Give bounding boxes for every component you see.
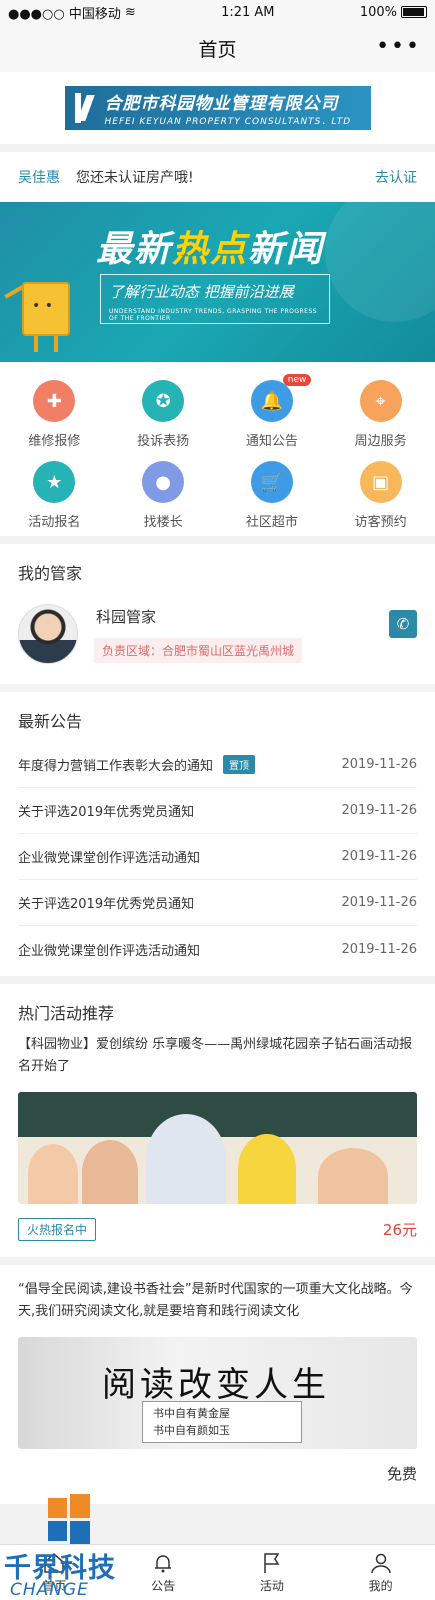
- banner-title: 最新热点新闻: [96, 229, 325, 270]
- notice-row[interactable]: 企业微党课堂创作评选活动通知 2019-11-26: [18, 834, 417, 880]
- page-title: 首页: [198, 38, 237, 61]
- notice-section: 最新公告 年度得力营销工作表彰大会的通知 置顶 2019-11-26 关于评选2019…: [0, 692, 435, 976]
- battery-icon: [401, 6, 427, 18]
- avatar: [18, 604, 78, 664]
- reading-image[interactable]: 阅读改变人生 书中自有黄金屋 书中自有颜如玉: [18, 1337, 417, 1449]
- bell-icon: 🔔: [250, 380, 293, 422]
- service-item[interactable]: ● 找楼长: [109, 461, 218, 530]
- carrier-text: ●●●○○ 中国移动: [8, 6, 121, 22]
- notice-row[interactable]: 企业微党课堂创作评选活动通知 2019-11-26: [18, 926, 417, 972]
- new-badge: new: [282, 374, 312, 386]
- company-logo-area: 合肥市科园物业管理有限公司 HEFEI KEYUAN PROPERTY CONS…: [0, 72, 435, 144]
- bell-icon: [155, 1555, 172, 1573]
- verify-message: 您还未认证房产哦!: [76, 170, 194, 186]
- notice-row[interactable]: 年度得力营销工作表彰大会的通知 置顶 2019-11-26: [18, 742, 417, 788]
- butler-name: 科园管家: [96, 608, 157, 626]
- cart-icon: 🛒: [250, 461, 293, 503]
- wifi-icon: ≋: [124, 4, 136, 20]
- calendar-icon: ▣: [359, 461, 402, 503]
- phone-icon[interactable]: ✆: [389, 610, 417, 638]
- butler-area: 负责区域：合肥市蜀山区蓝光禹州城: [94, 638, 303, 663]
- service-item[interactable]: ✚ 维修报修: [0, 380, 109, 449]
- section-title-butler: 我的管家: [18, 564, 83, 583]
- service-item[interactable]: ✪ 投诉表扬: [109, 380, 218, 449]
- service-item[interactable]: ★ 活动报名: [0, 461, 109, 530]
- reading-section: “倡导全民阅读,建设书香社会”是新时代国家的一项重大文化战略。今天,我们研究阅读…: [0, 1265, 435, 1504]
- more-icon[interactable]: •••: [376, 34, 421, 59]
- activity-description[interactable]: 【科园物业】爱创缤纷 乐享暖冬——禹州绿城花园亲子钻石画活动报名开始了: [0, 1024, 435, 1078]
- watermark: 千界科技 CHANGE: [4, 1488, 132, 1600]
- reading-price: 免费: [386, 1465, 417, 1483]
- person-icon: ●: [142, 461, 185, 503]
- notice-date: 2019-11-26: [341, 895, 417, 910]
- verify-link[interactable]: 去认证: [375, 167, 417, 187]
- banner-subtitle-en: UNDERSTAND INDUSTRY TRENDS, GRASPING THE…: [109, 308, 318, 322]
- status-time: 1:21 AM: [221, 4, 275, 20]
- activity-image[interactable]: [18, 1092, 417, 1204]
- watermark-logo-icon: [48, 1494, 90, 1544]
- service-label: 活动报名: [28, 515, 81, 530]
- service-item[interactable]: ⌖ 周边服务: [326, 380, 435, 449]
- location-icon: ⌖: [359, 380, 402, 422]
- flag-icon: [264, 1553, 280, 1573]
- medal-icon: ✪: [142, 380, 185, 422]
- notice-row[interactable]: 关于评选2019年优秀党员通知 2019-11-26: [18, 880, 417, 926]
- tab-label: 公告: [151, 1579, 176, 1593]
- user-icon: [370, 1553, 391, 1574]
- notice-title: 企业微党课堂创作评选活动通知: [18, 851, 201, 866]
- section-title-notices: 最新公告: [18, 712, 83, 731]
- tab-profile[interactable]: 我的: [326, 1545, 435, 1600]
- service-label: 访客预约: [354, 515, 407, 530]
- notice-date: 2019-11-26: [341, 941, 417, 957]
- banner-subtitle: 了解行业动态 把握前沿进展: [109, 283, 294, 301]
- reading-image-title: 阅读改变人生: [102, 1365, 330, 1405]
- pinned-badge: 置顶: [223, 755, 256, 774]
- status-bar: ●●●○○ 中国移动 ≋ 1:21 AM 100%: [0, 0, 435, 24]
- service-label: 维修报修: [28, 434, 81, 449]
- notice-title: 关于评选2019年优秀党员通知: [18, 897, 195, 912]
- verify-bar: 吴佳惠 您还未认证房产哦! 去认证: [0, 152, 435, 202]
- service-item[interactable]: ▣ 访客预约: [326, 461, 435, 530]
- banner-decoration: [325, 202, 435, 322]
- notice-date: 2019-11-26: [341, 803, 417, 818]
- user-name: 吴佳惠: [18, 170, 60, 186]
- notice-date: 2019-11-26: [341, 757, 417, 772]
- tab-label: 我的: [368, 1579, 393, 1593]
- notice-title: 企业微党课堂创作评选活动通知: [18, 943, 201, 959]
- company-logo: 合肥市科园物业管理有限公司 HEFEI KEYUAN PROPERTY CONS…: [64, 86, 371, 130]
- tab-activities[interactable]: 活动: [218, 1545, 327, 1600]
- service-grid: ✚ 维修报修 ✪ 投诉表扬 🔔 通知公告 new ⌖ 周边服务 ★ 活动报名 ● 找楼长 🛒 社区超市 ▣ 访客…: [0, 362, 435, 536]
- banner-subtitle-box: 了解行业动态 把握前沿进展 UNDERSTAND INDUSTRY TRENDS…: [100, 274, 330, 324]
- reading-description[interactable]: “倡导全民阅读,建设书香社会”是新时代国家的一项重大文化战略。今天,我们研究阅读…: [0, 1265, 435, 1323]
- service-label: 周边服务: [354, 434, 407, 449]
- activity-status-badge: 火热报名中: [18, 1218, 97, 1241]
- book-mascot-icon: [22, 282, 70, 336]
- company-name-en: HEFEI KEYUAN PROPERTY CONSULTANTS．LTD: [104, 117, 352, 127]
- butler-section: 我的管家 科园管家 负责区域：合肥市蜀山区蓝光禹州城 ✆: [0, 544, 435, 684]
- section-title-activities: 热门活动推荐: [18, 1004, 115, 1023]
- repair-icon: ✚: [33, 380, 76, 422]
- activity-price: 26元: [382, 1221, 417, 1239]
- service-item[interactable]: 🔔 通知公告 new: [218, 374, 327, 449]
- battery-text: 100%: [359, 4, 397, 20]
- service-label: 社区超市: [245, 515, 298, 530]
- watermark-en: CHANGE: [10, 1580, 89, 1600]
- notice-date: 2019-11-26: [341, 849, 417, 864]
- notice-title: 年度得力营销工作表彰大会的通知: [18, 759, 214, 774]
- service-label: 找楼长: [143, 515, 183, 530]
- reading-image-card: 书中自有黄金屋 书中自有颜如玉: [142, 1401, 302, 1443]
- service-item[interactable]: 🛒 社区超市: [218, 461, 327, 530]
- bookmark-icon: ★: [33, 461, 76, 503]
- service-label: 通知公告: [245, 434, 298, 449]
- notice-row[interactable]: 关于评选2019年优秀党员通知 2019-11-26: [18, 788, 417, 834]
- nav-bar: 首页 •••: [0, 24, 435, 72]
- logo-mark-icon: [73, 91, 97, 125]
- notice-title: 关于评选2019年优秀党员通知: [18, 805, 195, 820]
- activity-section: 热门活动推荐 【科园物业】爱创缤纷 乐享暖冬——禹州绿城花园亲子钻石画活动报名开…: [0, 984, 435, 1257]
- news-banner[interactable]: 最新热点新闻 了解行业动态 把握前沿进展 UNDERSTAND INDUSTRY…: [0, 202, 435, 362]
- service-label: 投诉表扬: [137, 434, 190, 449]
- tab-label: 活动: [259, 1579, 284, 1593]
- company-name-cn: 合肥市科园物业管理有限公司: [104, 94, 339, 114]
